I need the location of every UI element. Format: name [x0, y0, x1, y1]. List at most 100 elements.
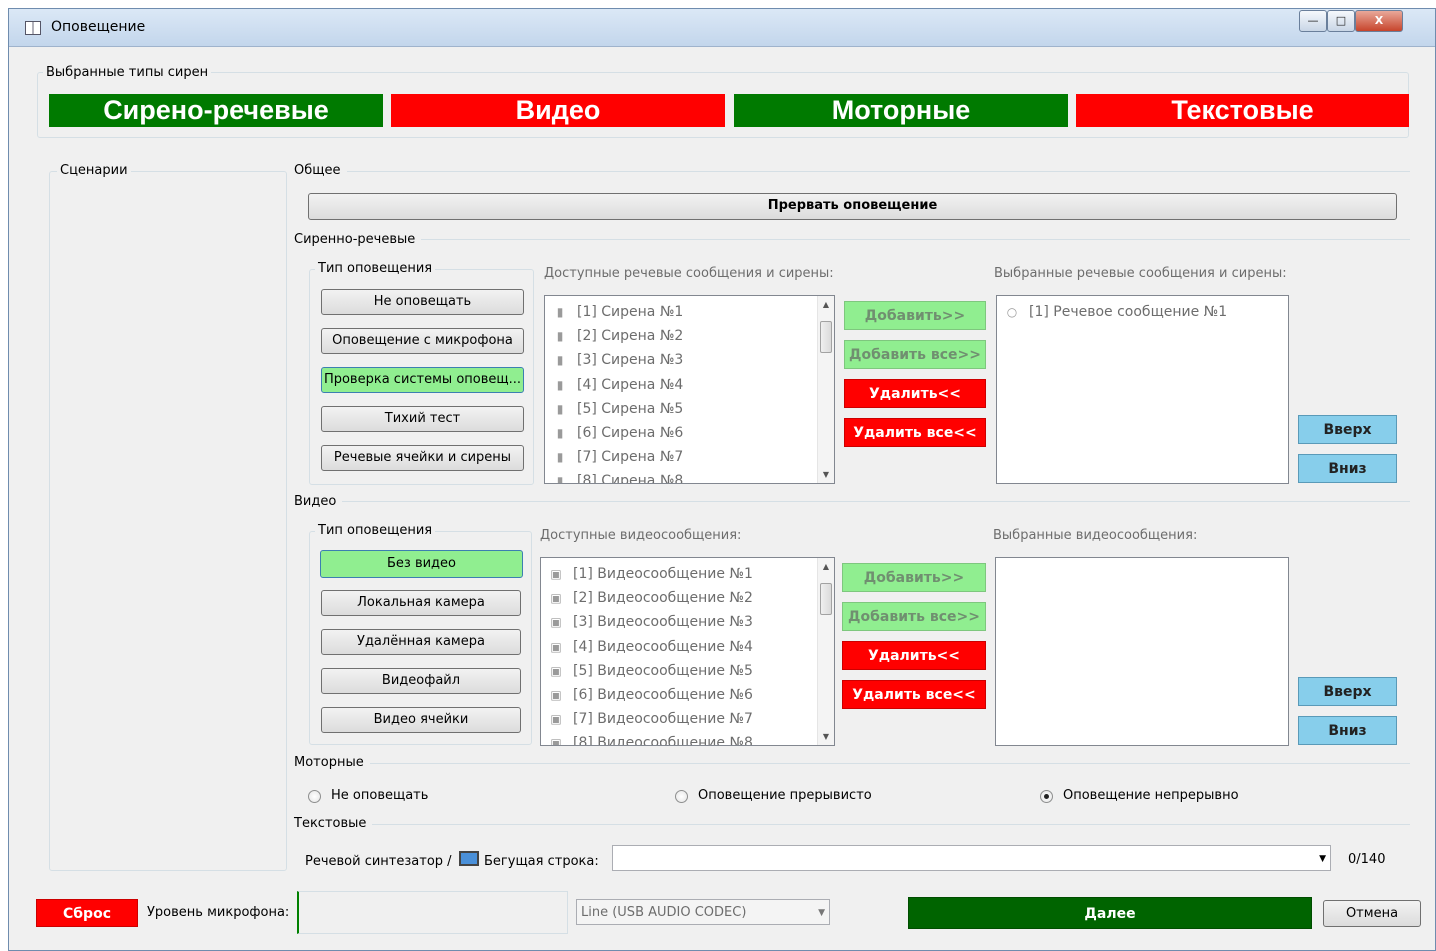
- list-item[interactable]: ▣ [1] Видеосообщение №1: [541, 562, 834, 586]
- video-available-list[interactable]: ▣ [1] Видеосообщение №1 ▣ [2] Видеосообщен…: [540, 557, 835, 746]
- siren-available-scrollbar[interactable]: ▲ ▼: [817, 296, 834, 483]
- list-item[interactable]: ▣ [5] Видеосообщение №5: [541, 659, 834, 683]
- next-button[interactable]: Далее: [908, 897, 1312, 929]
- video-selected-list[interactable]: [995, 557, 1289, 746]
- general-divider: [294, 171, 1410, 172]
- video-type-none-button[interactable]: Без видео: [320, 550, 523, 578]
- reset-button[interactable]: Сброс: [36, 899, 138, 927]
- chevron-down-icon[interactable]: ▼: [1319, 846, 1326, 872]
- list-item[interactable]: ▣ [4] Видеосообщение №4: [541, 635, 834, 659]
- speaker-icon: ▮: [556, 305, 564, 319]
- siren-available-caption: Доступные речевые сообщения и сирены:: [544, 266, 834, 281]
- audio-device-select[interactable]: Line (USB AUDIO CODEC) ▼: [576, 899, 830, 925]
- siren-speech-divider: [294, 239, 1410, 240]
- siren-add-button[interactable]: Добавить>>: [844, 301, 986, 330]
- siren-type-label: Тип оповещения: [315, 261, 436, 276]
- motor-option-continuous-radio[interactable]: [1040, 790, 1053, 803]
- video-available-caption: Доступные видеосообщения:: [540, 528, 742, 543]
- cancel-button[interactable]: Отмена: [1323, 900, 1421, 927]
- speaker-icon: ▮: [556, 401, 564, 416]
- siren-move-up-button[interactable]: Вверх: [1298, 415, 1397, 444]
- text-divider: [294, 824, 1410, 825]
- audio-device-value: Line (USB AUDIO CODEC): [581, 905, 747, 920]
- list-item[interactable]: ▮ [7] Сирена №7: [545, 445, 834, 469]
- video-type-video-cells-button[interactable]: Видео ячейки: [321, 707, 521, 733]
- list-item[interactable]: ▮ [2] Сирена №2: [545, 324, 834, 348]
- scroll-thumb[interactable]: [820, 321, 832, 353]
- siren-type-none-button[interactable]: Не оповещать: [321, 289, 524, 315]
- video-move-down-button[interactable]: Вниз: [1298, 716, 1397, 745]
- list-item[interactable]: ▣ [3] Видеосообщение №3: [541, 610, 834, 634]
- list-item[interactable]: ▮ [3] Сирена №3: [545, 348, 834, 372]
- speaker-icon: ▮: [556, 353, 564, 368]
- siren-available-list[interactable]: ▮ [1] Сирена №1 ▮ [2] Сирена №2 ▮ [3] Сирен…: [544, 295, 835, 484]
- video-frame-icon: ▣: [550, 591, 562, 606]
- siren-type-system-check-button[interactable]: Проверка системы оповещ...: [321, 367, 524, 393]
- motor-option-intermittent-radio[interactable]: [675, 790, 688, 803]
- chevron-down-icon[interactable]: ▼: [818, 900, 825, 926]
- siren-type-microphone-button[interactable]: Оповещение с микрофона: [321, 328, 524, 354]
- banner-siren-speech: Сирено-речевые: [49, 94, 383, 127]
- minimize-button[interactable]: —: [1299, 10, 1327, 32]
- video-add-all-button[interactable]: Добавить все>>: [842, 602, 986, 631]
- speech-bubble-icon: ○: [1006, 305, 1018, 319]
- video-frame-icon: ▣: [550, 567, 562, 581]
- list-item[interactable]: ○ [1] Речевое сообщение №1: [997, 300, 1288, 324]
- video-remove-all-button[interactable]: Удалить все<<: [842, 680, 986, 709]
- scroll-down-arrow-icon[interactable]: ▼: [818, 728, 834, 745]
- scroll-up-arrow-icon[interactable]: ▲: [818, 296, 834, 313]
- general-section-label: Общее: [294, 163, 347, 178]
- video-divider: [294, 501, 1410, 502]
- siren-selected-caption: Выбранные речевые сообщения и сирены:: [994, 266, 1287, 281]
- app-window-icon: [25, 21, 41, 35]
- scroll-up-arrow-icon[interactable]: ▲: [818, 558, 834, 575]
- list-item[interactable]: ▮ [4] Сирена №4: [545, 373, 834, 397]
- video-type-local-camera-button[interactable]: Локальная камера: [321, 590, 521, 616]
- banner-motor: Моторные: [734, 94, 1068, 127]
- siren-remove-all-button[interactable]: Удалить все<<: [844, 418, 986, 447]
- video-type-remote-camera-button[interactable]: Удалённая камера: [321, 629, 521, 655]
- list-item[interactable]: ▣ [7] Видеосообщение №7: [541, 707, 834, 731]
- siren-selected-list[interactable]: ○ [1] Речевое сообщение №1: [996, 295, 1289, 484]
- siren-type-speech-cells-button[interactable]: Речевые ячейки и сирены: [321, 445, 524, 471]
- scroll-thumb[interactable]: [820, 583, 832, 615]
- close-button[interactable]: X: [1355, 10, 1403, 32]
- motor-option-none-radio[interactable]: [308, 790, 321, 803]
- scroll-down-arrow-icon[interactable]: ▼: [818, 466, 834, 483]
- banner-video: Видео: [391, 94, 725, 127]
- abort-notification-button[interactable]: Прервать оповещение: [308, 193, 1397, 220]
- video-type-videofile-button[interactable]: Видеофайл: [321, 668, 521, 694]
- speaker-icon: ▮: [556, 450, 564, 465]
- list-item[interactable]: ▣ [2] Видеосообщение №2: [541, 586, 834, 610]
- video-selected-caption: Выбранные видеосообщения:: [993, 528, 1198, 543]
- siren-type-silent-test-button[interactable]: Тихий тест: [321, 406, 524, 432]
- list-item[interactable]: ▮ [1] Сирена №1: [545, 300, 834, 324]
- speech-synth-label: Речевой синтезатор /: [305, 854, 452, 869]
- list-item[interactable]: ▮ [6] Сирена №6: [545, 421, 834, 445]
- list-item[interactable]: ▮ [8] Сирена №8: [545, 469, 834, 483]
- list-item[interactable]: ▣ [8] Видеосообщение №8: [541, 731, 834, 746]
- video-available-scrollbar[interactable]: ▲ ▼: [817, 558, 834, 745]
- motor-option-continuous-label[interactable]: Оповещение непрерывно: [1063, 788, 1239, 803]
- list-item[interactable]: ▮ [5] Сирена №5: [545, 397, 834, 421]
- maximize-button[interactable]: □: [1327, 10, 1355, 32]
- siren-remove-button[interactable]: Удалить<<: [844, 379, 986, 408]
- motor-option-none-label[interactable]: Не оповещать: [331, 788, 428, 803]
- motor-section-label: Моторные: [294, 755, 370, 770]
- video-frame-icon: ▣: [550, 736, 562, 746]
- list-item[interactable]: ▣ [6] Видеосообщение №6: [541, 683, 834, 707]
- video-frame-icon: ▣: [550, 712, 562, 727]
- motor-option-intermittent-label[interactable]: Оповещение прерывисто: [698, 788, 872, 803]
- siren-move-down-button[interactable]: Вниз: [1298, 454, 1397, 483]
- video-add-button[interactable]: Добавить>>: [842, 563, 986, 592]
- siren-add-all-button[interactable]: Добавить все>>: [844, 340, 986, 369]
- scenarios-panel[interactable]: [49, 171, 287, 871]
- running-line-input[interactable]: ▼: [612, 845, 1331, 871]
- running-line-label: Бегущая строка:: [484, 854, 599, 869]
- video-type-label: Тип оповещения: [315, 523, 436, 538]
- video-move-up-button[interactable]: Вверх: [1298, 677, 1397, 706]
- title-bar[interactable]: Оповещение — □ X: [9, 9, 1435, 47]
- video-remove-button[interactable]: Удалить<<: [842, 641, 986, 670]
- scenarios-label: Сценарии: [57, 163, 131, 178]
- siren-types-label: Выбранные типы сирен: [43, 65, 212, 80]
